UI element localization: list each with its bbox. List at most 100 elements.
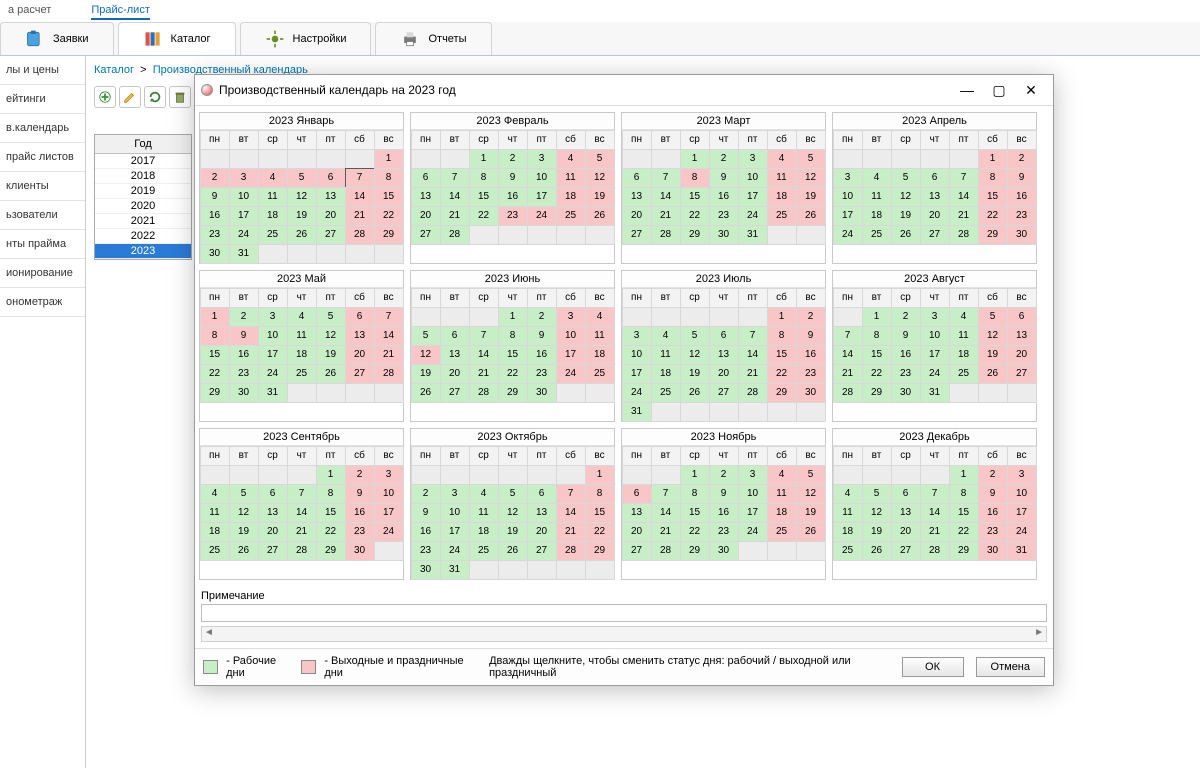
calendar-day[interactable]: 1 <box>316 465 346 485</box>
year-row[interactable]: 2018 <box>95 169 191 184</box>
calendar-day[interactable]: 11 <box>767 484 797 504</box>
calendar-day[interactable]: 4 <box>833 484 863 504</box>
breadcrumb-root[interactable]: Каталог <box>94 64 134 76</box>
calendar-day[interactable]: 14 <box>651 187 681 207</box>
calendar-day[interactable]: 23 <box>229 364 259 384</box>
calendar-day[interactable]: 6 <box>316 168 346 188</box>
sidebar-item[interactable]: лы и цены <box>0 56 85 85</box>
calendar-day[interactable]: 7 <box>651 484 681 504</box>
calendar-day[interactable]: 22 <box>200 364 230 384</box>
calendar-day[interactable]: 15 <box>949 503 979 523</box>
horizontal-scrollbar[interactable] <box>201 626 1047 642</box>
calendar-day[interactable]: 13 <box>345 326 375 346</box>
calendar-day[interactable]: 12 <box>498 503 528 523</box>
tab-zayavki[interactable]: Заявки <box>0 22 114 55</box>
calendar-day[interactable]: 29 <box>374 225 404 245</box>
calendar-day[interactable]: 23 <box>709 522 739 542</box>
calendar-day[interactable]: 26 <box>978 364 1008 384</box>
calendar-day[interactable]: 13 <box>709 345 739 365</box>
calendar-day[interactable]: 23 <box>709 206 739 226</box>
calendar-day[interactable]: 30 <box>891 383 921 403</box>
calendar-day[interactable]: 19 <box>680 364 710 384</box>
calendar-day[interactable]: 21 <box>651 206 681 226</box>
calendar-day[interactable]: 29 <box>767 383 797 403</box>
calendar-day[interactable]: 26 <box>585 206 615 226</box>
calendar-day[interactable]: 8 <box>767 326 797 346</box>
calendar-day[interactable]: 24 <box>1007 522 1037 542</box>
calendar-day[interactable]: 20 <box>709 364 739 384</box>
calendar-day[interactable]: 10 <box>374 484 404 504</box>
calendar-day[interactable]: 5 <box>862 484 892 504</box>
calendar-day[interactable]: 16 <box>1007 187 1037 207</box>
calendar-day[interactable]: 25 <box>767 522 797 542</box>
calendar-day[interactable]: 2 <box>200 168 230 188</box>
calendar-day[interactable]: 9 <box>345 484 375 504</box>
calendar-day[interactable]: 20 <box>891 522 921 542</box>
calendar-day[interactable]: 18 <box>651 364 681 384</box>
calendar-day[interactable]: 20 <box>527 522 557 542</box>
year-row[interactable]: 2019 <box>95 184 191 199</box>
calendar-day[interactable]: 16 <box>200 206 230 226</box>
calendar-day[interactable]: 16 <box>345 503 375 523</box>
calendar-day[interactable]: 4 <box>949 307 979 327</box>
calendar-day[interactable]: 30 <box>709 541 739 561</box>
calendar-day[interactable]: 14 <box>287 503 317 523</box>
calendar-day[interactable]: 26 <box>411 383 441 403</box>
calendar-day[interactable]: 1 <box>200 307 230 327</box>
calendar-day[interactable]: 13 <box>891 503 921 523</box>
calendar-day[interactable]: 15 <box>680 187 710 207</box>
calendar-day[interactable]: 21 <box>833 364 863 384</box>
calendar-day[interactable]: 13 <box>440 345 470 365</box>
calendar-day[interactable]: 14 <box>738 345 768 365</box>
calendar-day[interactable]: 12 <box>796 484 826 504</box>
calendar-day[interactable]: 21 <box>440 206 470 226</box>
calendar-day[interactable]: 29 <box>949 541 979 561</box>
calendar-day[interactable]: 16 <box>527 345 557 365</box>
calendar-day[interactable]: 19 <box>978 345 1008 365</box>
calendar-day[interactable]: 8 <box>680 168 710 188</box>
calendar-day[interactable]: 16 <box>229 345 259 365</box>
tab-settings[interactable]: Настройки <box>240 22 372 55</box>
calendar-day[interactable]: 30 <box>978 541 1008 561</box>
calendar-day[interactable]: 4 <box>200 484 230 504</box>
sidebar-item[interactable]: онометраж <box>0 288 85 317</box>
calendar-day[interactable]: 4 <box>862 168 892 188</box>
calendar-day[interactable]: 10 <box>527 168 557 188</box>
note-input[interactable] <box>201 604 1047 622</box>
calendar-day[interactable]: 30 <box>345 541 375 561</box>
calendar-day[interactable]: 6 <box>920 168 950 188</box>
calendar-day[interactable]: 20 <box>622 522 652 542</box>
calendar-day[interactable]: 21 <box>738 364 768 384</box>
calendar-day[interactable]: 11 <box>585 326 615 346</box>
calendar-day[interactable]: 13 <box>1007 326 1037 346</box>
calendar-day[interactable]: 16 <box>709 187 739 207</box>
calendar-day[interactable]: 12 <box>316 326 346 346</box>
calendar-day[interactable]: 10 <box>258 326 288 346</box>
calendar-day[interactable]: 1 <box>680 465 710 485</box>
calendar-day[interactable]: 15 <box>767 345 797 365</box>
calendar-day[interactable]: 15 <box>585 503 615 523</box>
calendar-day[interactable]: 30 <box>229 383 259 403</box>
calendar-day[interactable]: 21 <box>651 522 681 542</box>
calendar-day[interactable]: 28 <box>556 541 586 561</box>
calendar-day[interactable]: 23 <box>498 206 528 226</box>
calendar-day[interactable]: 5 <box>287 168 317 188</box>
calendar-day[interactable]: 30 <box>1007 225 1037 245</box>
calendar-day[interactable]: 28 <box>949 225 979 245</box>
calendar-day[interactable]: 2 <box>498 149 528 169</box>
calendar-day[interactable]: 28 <box>287 541 317 561</box>
calendar-day[interactable]: 5 <box>585 149 615 169</box>
calendar-day[interactable]: 2 <box>411 484 441 504</box>
calendar-day[interactable]: 22 <box>316 522 346 542</box>
calendar-day[interactable]: 31 <box>920 383 950 403</box>
calendar-day[interactable]: 14 <box>651 503 681 523</box>
calendar-day[interactable]: 1 <box>498 307 528 327</box>
calendar-day[interactable]: 28 <box>469 383 499 403</box>
calendar-day[interactable]: 3 <box>833 168 863 188</box>
calendar-day[interactable]: 26 <box>796 206 826 226</box>
calendar-day[interactable]: 17 <box>738 503 768 523</box>
calendar-day[interactable]: 21 <box>556 522 586 542</box>
calendar-day[interactable]: 16 <box>796 345 826 365</box>
calendar-day[interactable]: 16 <box>411 522 441 542</box>
calendar-day[interactable]: 15 <box>680 503 710 523</box>
